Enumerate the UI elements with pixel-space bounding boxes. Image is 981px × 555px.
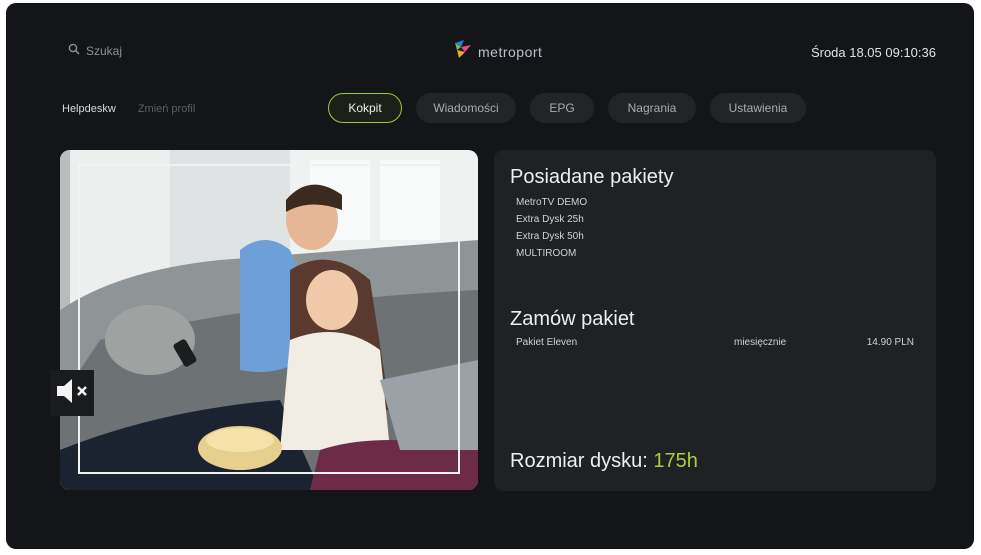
metroport-logo-icon [452, 39, 474, 64]
owned-package-item: MULTIROOM [516, 248, 577, 259]
owned-package-item: MetroTV DEMO [516, 197, 588, 208]
order-package-period: miesięcznie [734, 337, 787, 348]
video-focus-frame [78, 164, 460, 474]
order-package-title: Zamów pakiet [510, 308, 635, 330]
video-player[interactable] [60, 150, 478, 490]
mute-button[interactable] [50, 370, 94, 416]
packages-panel: Posiadane pakiety MetroTV DEMO Extra Dys… [494, 150, 936, 491]
tab-wiadomosci[interactable]: Wiadomości [416, 93, 516, 123]
search-icon [68, 43, 80, 58]
brand-name: metroport [478, 43, 543, 60]
tv-screen: Szukaj metroport Środa 18.05 09:10:36 He… [6, 3, 974, 549]
owned-packages-title: Posiadane pakiety [510, 166, 674, 188]
tab-kokpit[interactable]: Kokpit [328, 93, 402, 123]
disk-size-value: 175h [653, 450, 698, 472]
owned-packages-list: MetroTV DEMO Extra Dysk 25h Extra Dysk 5… [516, 196, 587, 260]
disk-size: Rozmiar dysku: 175h [510, 450, 698, 473]
owned-package-item: Extra Dysk 50h [516, 231, 584, 242]
disk-size-label: Rozmiar dysku: [510, 450, 648, 472]
search-button[interactable]: Szukaj [68, 43, 122, 58]
search-label: Szukaj [86, 43, 123, 58]
tab-epg[interactable]: EPG [530, 93, 594, 123]
main-menu: Kokpit Wiadomości EPG Nagrania Ustawieni… [328, 93, 806, 123]
helpdesk-link[interactable]: Helpdeskw [62, 103, 116, 115]
tab-nagrania[interactable]: Nagrania [608, 93, 696, 123]
owned-package-item: Extra Dysk 25h [516, 214, 584, 225]
order-package-price: 14.90 PLN [866, 337, 914, 348]
profile-nav: Helpdeskw Zmień profil [62, 103, 195, 115]
order-package-name: Pakiet Eleven [516, 337, 578, 348]
brand-logo: metroport [452, 39, 542, 64]
change-profile-link[interactable]: Zmień profil [138, 103, 195, 115]
mute-icon [54, 377, 90, 410]
tab-ustawienia[interactable]: Ustawienia [710, 93, 806, 123]
clock: Środa 18.05 09:10:36 [810, 45, 936, 60]
